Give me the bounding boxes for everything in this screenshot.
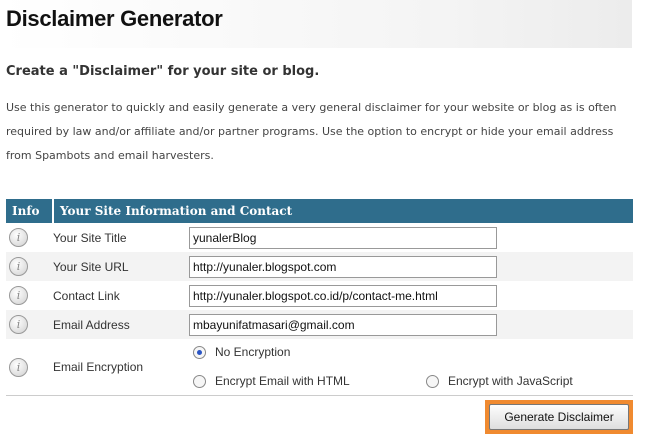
page-title: Disclaimer Generator — [6, 6, 223, 31]
table-header-row: Info Your Site Information and Contact — [6, 199, 633, 223]
radio-encrypt-javascript[interactable]: Encrypt with JavaScript — [426, 374, 573, 388]
radio-no-encryption[interactable]: No Encryption — [193, 345, 290, 359]
info-icon[interactable]: i — [9, 228, 28, 247]
site-info-header: Your Site Information and Contact — [53, 199, 633, 223]
radio-button[interactable] — [193, 345, 206, 359]
radio-label: No Encryption — [215, 345, 291, 359]
radio-label: Encrypt Email with HTML — [215, 374, 350, 388]
info-icon[interactable]: i — [9, 315, 28, 334]
info-icon[interactable]: i — [9, 257, 28, 276]
site-url-label: Your Site URL — [53, 252, 189, 281]
radio-encrypt-html[interactable]: Encrypt Email with HTML — [193, 374, 350, 388]
contact-link-label: Contact Link — [53, 288, 120, 303]
site-title-row: i Your Site Title — [6, 223, 633, 252]
generate-disclaimer-button[interactable]: Generate Disclaimer — [489, 404, 629, 430]
site-title-label: Your Site Title — [53, 230, 127, 245]
site-url-row: i Your Site URL — [6, 252, 633, 281]
email-encryption-row: i Email Encryption No Encryption Encrypt… — [6, 339, 633, 396]
encryption-radio-group: No Encryption Encrypt Email with HTML En… — [189, 339, 633, 395]
contact-link-input[interactable] — [189, 284, 497, 307]
page-subtitle: Create a "Disclaimer" for your site or b… — [6, 64, 320, 79]
email-address-input[interactable] — [189, 313, 497, 336]
radio-button[interactable] — [193, 374, 206, 388]
contact-link-row: i Contact Link — [6, 281, 633, 310]
radio-label: Encrypt with JavaScript — [448, 374, 573, 388]
email-address-label: Email Address — [53, 310, 189, 339]
intro-text: Use this generator to quickly and easily… — [6, 101, 617, 162]
email-address-row: i Email Address — [6, 310, 633, 339]
site-info-form: Info Your Site Information and Contact i… — [6, 199, 633, 396]
submit-highlight: Generate Disclaimer — [485, 400, 633, 434]
radio-button[interactable] — [426, 374, 439, 388]
info-icon[interactable]: i — [9, 357, 28, 377]
site-url-input[interactable] — [189, 255, 497, 278]
info-icon[interactable]: i — [9, 286, 28, 305]
info-column-header: Info — [6, 199, 54, 223]
site-title-input[interactable] — [189, 226, 497, 249]
email-encryption-label: Email Encryption — [53, 339, 189, 396]
